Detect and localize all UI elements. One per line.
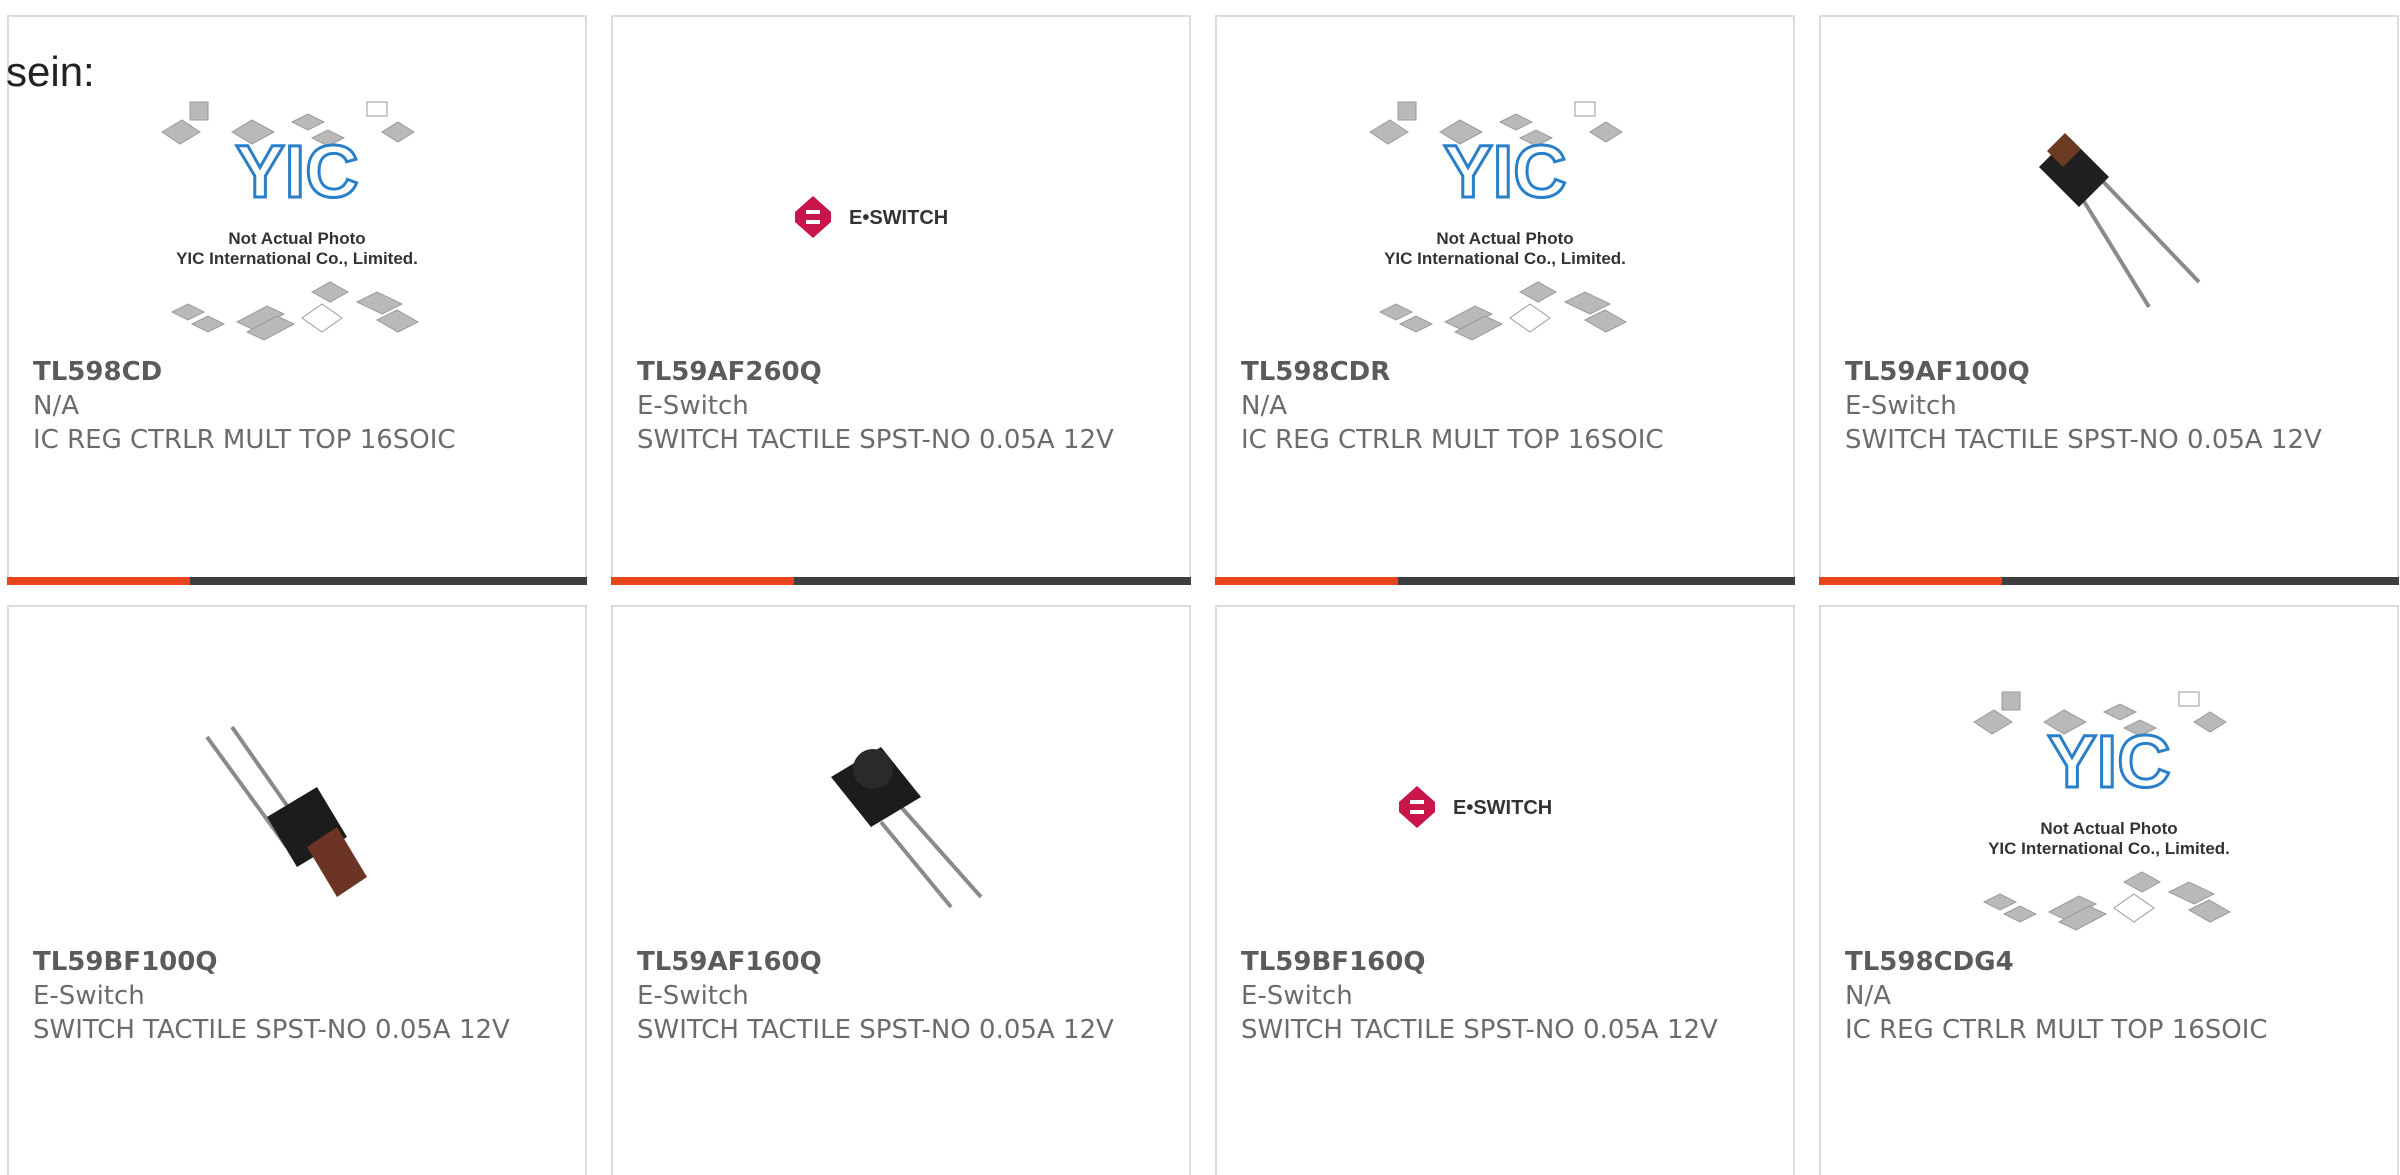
card-bottom-bar <box>1819 577 2399 585</box>
part-number[interactable]: TL59AF100Q <box>1845 355 2373 389</box>
product-card[interactable]: E•SWITCH TL59BF160Q E-Switch SWITCH TACT… <box>1215 605 1795 1175</box>
part-number[interactable]: TL598CD <box>33 355 561 389</box>
tactile-switch-icon <box>2039 133 2201 309</box>
description: IC REG CTRLR MULT TOP 16SOIC <box>1845 1015 2268 1045</box>
part-number[interactable]: TL598CDR <box>1241 355 1769 389</box>
yic-placeholder-icon: YIC Not Actual Photo YIC International C… <box>161 101 420 341</box>
product-image[interactable]: YIC Not Actual Photo YIC International C… <box>9 77 585 357</box>
product-image[interactable] <box>613 667 1189 947</box>
description: SWITCH TACTILE SPST-NO 0.05A 12V <box>1845 425 2322 455</box>
product-card[interactable]: TL59AF100Q E-Switch SWITCH TACTILE SPST-… <box>1819 15 2399 585</box>
product-card[interactable]: YIC Not Actual Photo YIC International C… <box>1819 605 2399 1175</box>
svg-text:YIC International Co., Limited: YIC International Co., Limited. <box>1384 249 1626 268</box>
product-image[interactable] <box>1821 77 2397 357</box>
manufacturer: N/A <box>1241 391 1287 421</box>
product-card[interactable]: TL59BF100Q E-Switch SWITCH TACTILE SPST-… <box>7 605 587 1175</box>
description: SWITCH TACTILE SPST-NO 0.05A 12V <box>33 1015 510 1045</box>
manufacturer: E-Switch <box>637 981 749 1011</box>
svg-text:YIC International Co., Limited: YIC International Co., Limited. <box>176 249 418 268</box>
stray-label: sein: <box>6 48 95 95</box>
product-card[interactable]: TL59AF160Q E-Switch SWITCH TACTILE SPST-… <box>611 605 1191 1175</box>
svg-text:YIC: YIC <box>235 130 358 213</box>
yic-placeholder-icon: YIC Not Actual Photo YIC International C… <box>1973 691 2232 931</box>
manufacturer: E-Switch <box>33 981 145 1011</box>
eswitch-logo-icon: E•SWITCH <box>1399 786 1552 828</box>
svg-text:Not Actual Photo: Not Actual Photo <box>228 229 365 248</box>
svg-text:E•SWITCH: E•SWITCH <box>1453 797 1552 819</box>
product-image[interactable]: E•SWITCH <box>1217 667 1793 947</box>
description: SWITCH TACTILE SPST-NO 0.05A 12V <box>637 1015 1114 1045</box>
manufacturer: N/A <box>33 391 79 421</box>
manufacturer: E-Switch <box>637 391 749 421</box>
description: IC REG CTRLR MULT TOP 16SOIC <box>33 425 456 455</box>
product-image[interactable] <box>9 667 585 947</box>
svg-text:Not Actual Photo: Not Actual Photo <box>2040 819 2177 838</box>
card-bottom-bar <box>7 577 587 585</box>
part-number[interactable]: TL598CDG4 <box>1845 945 2373 979</box>
card-bottom-bar <box>611 577 1191 585</box>
eswitch-logo-icon: E•SWITCH <box>795 196 948 238</box>
description: SWITCH TACTILE SPST-NO 0.05A 12V <box>637 425 1114 455</box>
product-card[interactable]: E•SWITCH TL59AF260Q E-Switch SWITCH TACT… <box>611 15 1191 585</box>
part-number[interactable]: TL59AF160Q <box>637 945 1165 979</box>
product-grid: YIC Not Actual Photo YIC International C… <box>7 15 2399 1175</box>
svg-text:E•SWITCH: E•SWITCH <box>849 207 948 229</box>
description: IC REG CTRLR MULT TOP 16SOIC <box>1241 425 1664 455</box>
tactile-switch-icon <box>205 725 367 897</box>
product-card[interactable]: YIC Not Actual Photo YIC International C… <box>7 15 587 585</box>
svg-text:YIC International Co., Limited: YIC International Co., Limited. <box>1988 839 2230 858</box>
svg-text:Not Actual Photo: Not Actual Photo <box>1436 229 1573 248</box>
svg-text:YIC: YIC <box>1443 130 1566 213</box>
description: SWITCH TACTILE SPST-NO 0.05A 12V <box>1241 1015 1718 1045</box>
manufacturer: N/A <box>1845 981 1891 1011</box>
product-image[interactable]: YIC Not Actual Photo YIC International C… <box>1821 667 2397 947</box>
svg-text:YIC: YIC <box>2047 720 2170 803</box>
part-number[interactable]: TL59AF260Q <box>637 355 1165 389</box>
part-number[interactable]: TL59BF160Q <box>1241 945 1769 979</box>
part-number[interactable]: TL59BF100Q <box>33 945 561 979</box>
manufacturer: E-Switch <box>1845 391 1957 421</box>
product-image[interactable]: YIC Not Actual Photo YIC International C… <box>1217 77 1793 357</box>
manufacturer: E-Switch <box>1241 981 1353 1011</box>
tactile-switch-icon <box>831 747 983 909</box>
card-bottom-bar <box>1215 577 1795 585</box>
product-image[interactable]: E•SWITCH <box>613 77 1189 357</box>
yic-placeholder-icon: YIC Not Actual Photo YIC International C… <box>1369 101 1628 341</box>
product-card[interactable]: YIC Not Actual Photo YIC International C… <box>1215 15 1795 585</box>
